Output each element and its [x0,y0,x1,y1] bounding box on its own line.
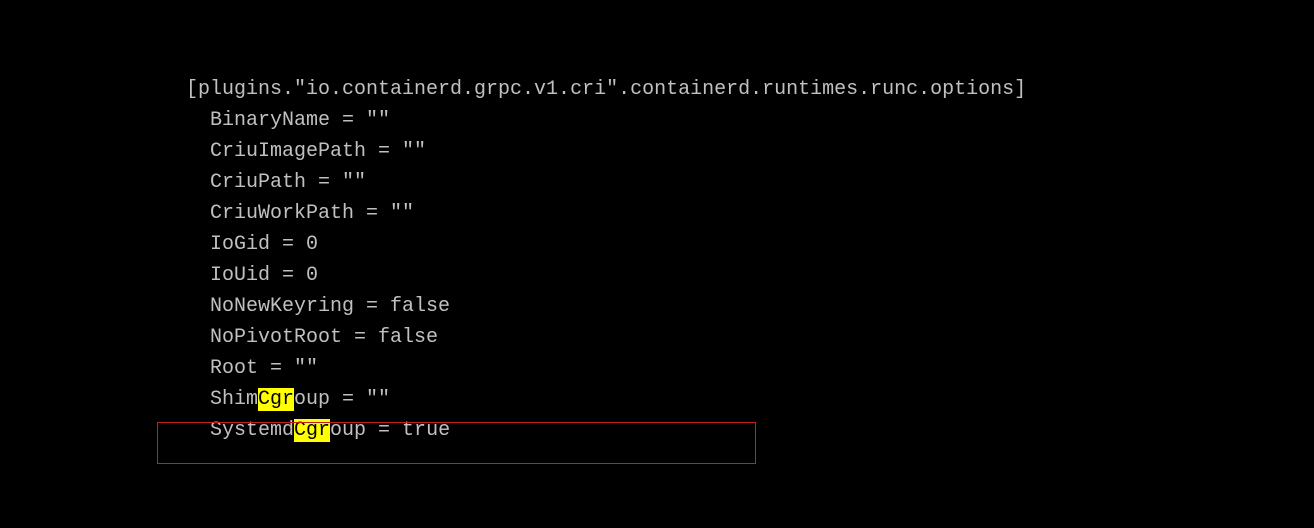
config-line-no-new-keyring: NoNewKeyring = false [186,291,1314,322]
search-highlight: Cgr [294,419,330,442]
config-line-root: Root = "" [186,353,1314,384]
config-line-shim-cgroup: ShimCgroup = "" [186,384,1314,415]
section-header-text: [plugins."io.containerd.grpc.v1.cri".con… [186,78,1026,101]
config-line-criu-work-path: CriuWorkPath = "" [186,198,1314,229]
config-section-header: [plugins."io.containerd.grpc.v1.cri".con… [186,74,1314,105]
config-line-io-uid: IoUid = 0 [186,260,1314,291]
terminal-output: [plugins."io.containerd.grpc.v1.cri".con… [186,74,1314,446]
config-line-criu-image-path: CriuImagePath = "" [186,136,1314,167]
config-line-systemd-cgroup: SystemdCgroup = true [186,415,1314,446]
config-line-binary-name: BinaryName = "" [186,105,1314,136]
search-highlight: Cgr [258,388,294,411]
config-line-no-pivot-root: NoPivotRoot = false [186,322,1314,353]
config-line-criu-path: CriuPath = "" [186,167,1314,198]
config-line-io-gid: IoGid = 0 [186,229,1314,260]
